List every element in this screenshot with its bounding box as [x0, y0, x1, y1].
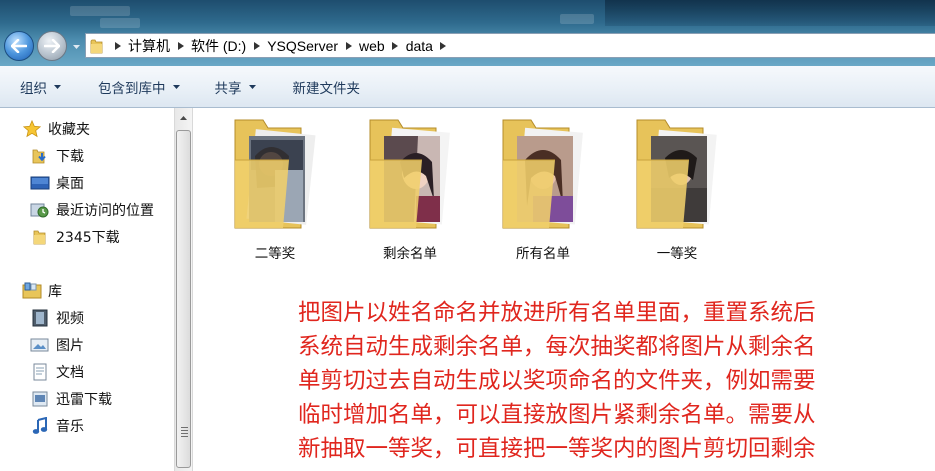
breadcrumb-ysqserver[interactable]: YSQServer [264, 38, 341, 54]
include-in-library-menu[interactable]: 包含到库中 [98, 74, 181, 100]
sidebar-item-desktop[interactable]: 桌面 [0, 171, 174, 195]
new-folder-button[interactable]: 新建文件夹 [293, 74, 361, 100]
breadcrumb-chevron-icon[interactable] [110, 37, 125, 55]
sidebar-item-label: 迅雷下载 [56, 392, 112, 408]
folder-icon [225, 116, 325, 234]
breadcrumb-chevron-icon[interactable] [341, 37, 356, 55]
chevron-down-icon [248, 83, 257, 91]
breadcrumb-drive-d[interactable]: 软件 (D:) [188, 36, 249, 56]
chevron-down-icon [53, 83, 62, 91]
organize-label: 组织 [20, 80, 47, 97]
folder-icon [360, 116, 460, 234]
sidebar-item-downloads[interactable]: 下载 [0, 144, 174, 168]
annotation-line: 单剪切过去自动生成以奖项命名的文件夹，例如需要 [298, 368, 816, 394]
scroll-thumb[interactable] [176, 130, 191, 468]
annotation-text: 把图片以姓名命名并放进所有名单里面，重置系统后 系统自动生成剩余名单，每次抽奖都… [298, 296, 928, 466]
folder-second-prize[interactable]: 二等奖 [223, 116, 327, 262]
folder-remaining-list[interactable]: 剩余名单 [358, 116, 462, 262]
background-blur [560, 14, 594, 24]
grip-icon [181, 427, 188, 439]
breadcrumb-chevron-icon[interactable] [388, 37, 403, 55]
music-library-icon [30, 416, 50, 436]
annotation-line: 系统自动生成剩余名单，每次抽奖都将图片从剩余名 [298, 334, 816, 360]
library-icon [22, 281, 42, 301]
navigation-pane: 收藏夹 下载 桌面 最近访问的位置 2345下载 库 视频 图片 文档 迅雷下载… [0, 108, 174, 471]
sidebar-item-recent-places[interactable]: 最近访问的位置 [0, 198, 174, 222]
folder-icon [627, 116, 727, 234]
back-arrow-icon [11, 39, 27, 53]
annotation-line: 新抽取一等奖，可直接把一等奖内的图片剪切回剩余 [298, 436, 816, 462]
folder-icon [30, 227, 50, 247]
background-blur [70, 6, 130, 16]
sidebar-item-2345-downloads[interactable]: 2345下载 [0, 225, 174, 249]
folder-name: 剩余名单 [383, 246, 437, 262]
folder-first-prize[interactable]: 一等奖 [625, 116, 729, 262]
sidebar-item-documents[interactable]: 文档 [0, 360, 174, 384]
recent-pages-dropdown[interactable] [71, 42, 81, 52]
scroll-up-button[interactable] [175, 109, 192, 126]
back-button[interactable] [4, 31, 34, 61]
folder-name: 二等奖 [254, 246, 296, 262]
sidebar-item-label: 最近访问的位置 [56, 203, 154, 219]
breadcrumb-chevron-icon[interactable] [249, 37, 264, 55]
sidebar-item-favorites[interactable]: 收藏夹 [0, 117, 174, 141]
sidebar-item-libraries[interactable]: 库 [0, 279, 174, 303]
forward-button[interactable] [37, 31, 67, 61]
chevron-up-icon [180, 115, 187, 120]
breadcrumb-chevron-icon[interactable] [173, 37, 188, 55]
share-menu[interactable]: 共享 [215, 74, 257, 100]
sidebar-item-label: 桌面 [56, 176, 84, 192]
desktop-icon [30, 173, 50, 193]
sidebar-item-pictures[interactable]: 图片 [0, 333, 174, 357]
background-blur [100, 18, 140, 28]
sidebar-item-thunder-downloads[interactable]: 迅雷下载 [0, 387, 174, 411]
share-label: 共享 [214, 80, 242, 97]
background-window [605, 0, 935, 26]
chevron-down-icon [172, 83, 181, 91]
thunder-download-icon [30, 389, 50, 409]
sidebar-item-label: 视频 [56, 311, 84, 327]
documents-library-icon [30, 362, 50, 382]
organize-menu[interactable]: 组织 [20, 74, 62, 100]
title-bar: 计算机 软件 (D:) YSQServer web data [0, 0, 935, 66]
video-library-icon [30, 308, 50, 328]
include-in-library-label: 包含到库中 [98, 80, 166, 97]
sidebar-item-label: 图片 [56, 338, 84, 354]
command-toolbar: 组织 包含到库中 共享 新建文件夹 [0, 66, 935, 108]
annotation-line: 临时增加名单，可以直接放图片紧剩余名单。需要从 [298, 402, 816, 428]
folder-icon [493, 116, 593, 234]
sidebar-item-label: 音乐 [56, 419, 84, 435]
breadcrumb-data[interactable]: data [403, 38, 436, 54]
star-icon [22, 119, 42, 139]
recent-places-icon [30, 200, 50, 220]
forward-arrow-icon [44, 39, 60, 53]
breadcrumb-web[interactable]: web [356, 38, 388, 54]
sidebar-item-label: 收藏夹 [48, 122, 90, 138]
breadcrumb-chevron-icon[interactable] [436, 37, 451, 55]
sidebar-item-music[interactable]: 音乐 [0, 414, 174, 438]
address-bar[interactable]: 计算机 软件 (D:) YSQServer web data [85, 33, 935, 58]
folder-name: 一等奖 [656, 246, 698, 262]
chevron-down-icon [72, 45, 80, 49]
folder-icon [88, 37, 106, 55]
folder-name: 所有名单 [516, 246, 570, 262]
sidebar-item-videos[interactable]: 视频 [0, 306, 174, 330]
new-folder-label: 新建文件夹 [292, 80, 361, 97]
sidebar-item-label: 文档 [56, 365, 84, 381]
annotation-line: 把图片以姓名命名并放进所有名单里面，重置系统后 [298, 300, 816, 326]
download-folder-icon [30, 146, 50, 166]
navigation-scrollbar[interactable] [174, 108, 193, 471]
pictures-library-icon [30, 335, 50, 355]
sidebar-item-label: 库 [48, 284, 62, 300]
breadcrumb-computer[interactable]: 计算机 [125, 36, 173, 56]
folder-all-list[interactable]: 所有名单 [491, 116, 595, 262]
sidebar-item-label: 2345下载 [56, 230, 120, 246]
sidebar-item-label: 下载 [56, 149, 84, 165]
